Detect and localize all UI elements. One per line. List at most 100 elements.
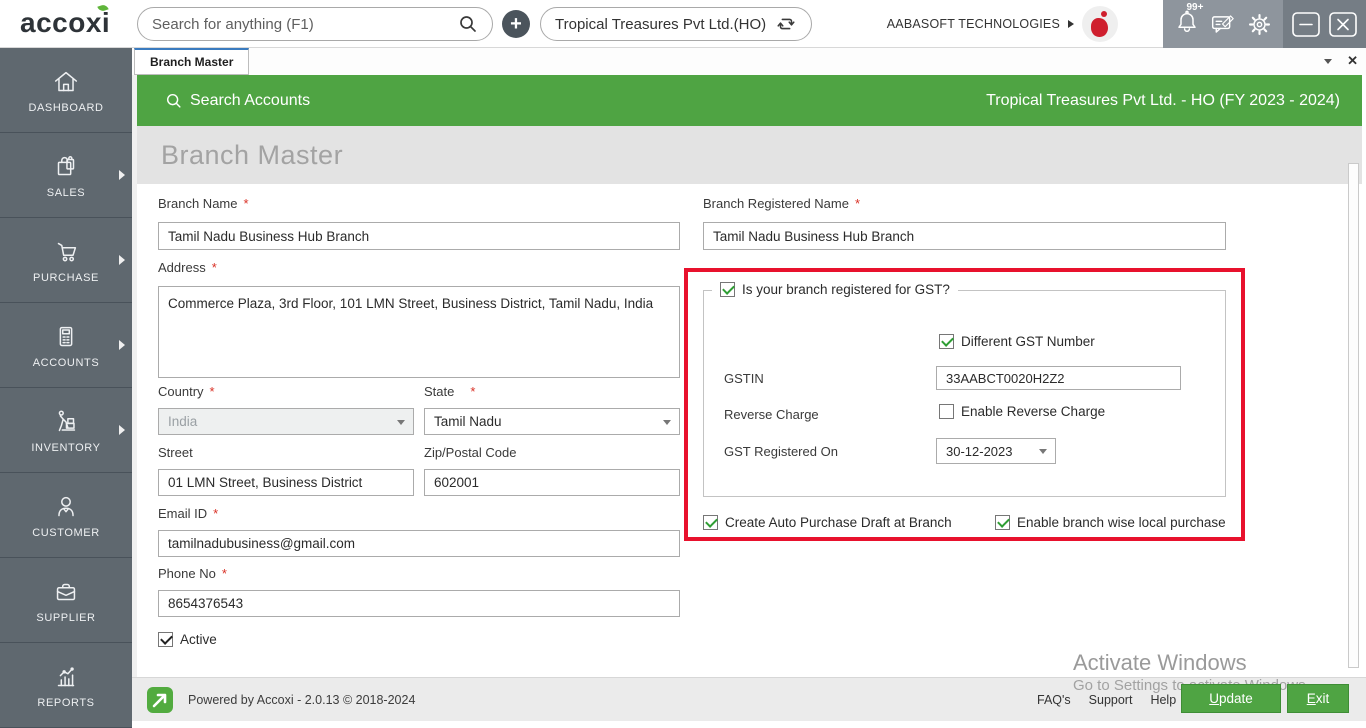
sidebar-item-label: DASHBOARD [28,102,103,114]
sidebar-item-purchase[interactable]: PURCHASE [0,218,132,303]
required-marker: * [213,506,218,521]
chevron-right-icon [119,425,125,435]
accoxi-logo: accoxi [20,7,110,39]
search-accounts-button[interactable]: Search Accounts [165,92,310,110]
tab-strip: Branch Master ✕ [132,48,1366,75]
minimize-button[interactable] [1291,11,1321,38]
auto-purchase-row: Create Auto Purchase Draft at Branch [703,515,952,530]
branch-form: Branch Name* Tamil Nadu Business Hub Bra… [137,184,1362,677]
module-header: Search Accounts Tropical Treasures Pvt L… [137,75,1362,126]
different-gst-checkbox[interactable] [939,334,954,349]
support-link[interactable]: Support [1089,693,1133,707]
gst-section: Is your branch registered for GST? Diffe… [703,290,1226,497]
branch-wise-purchase-row: Enable branch wise local purchase [995,515,1226,530]
sidebar-item-label: SALES [47,187,85,199]
settings-gear-icon[interactable] [1247,12,1272,37]
briefcase-icon [50,577,82,607]
sidebar-item-sales[interactable]: SALES [0,133,132,218]
notifications-button[interactable]: 99+ [1175,9,1199,40]
required-marker: * [212,260,217,275]
chart-icon [50,662,82,692]
sidebar-item-customer[interactable]: CUSTOMER [0,473,132,558]
logo-text: accoxi [20,7,110,38]
avatar[interactable] [1082,6,1118,42]
required-marker: * [222,566,227,581]
country-label: Country* [158,384,215,399]
vertical-scrollbar[interactable] [1348,163,1359,668]
branch-registered-name-input[interactable]: Tamil Nadu Business Hub Branch [703,222,1226,250]
enable-reverse-charge-row: Enable Reverse Charge [939,404,1105,419]
branch-wise-purchase-label: Enable branch wise local purchase [1017,515,1226,530]
faqs-link[interactable]: FAQ's [1037,693,1071,707]
street-input[interactable]: 01 LMN Street, Business District [158,469,414,496]
avatar-blob-icon [1091,18,1108,37]
window-controls [1283,0,1366,48]
address-input[interactable]: Commerce Plaza, 3rd Floor, 101 LMN Stree… [158,286,680,378]
auto-purchase-checkbox[interactable] [703,515,718,530]
required-marker: * [855,196,860,211]
activate-windows-watermark: Activate Windows [1073,650,1247,676]
required-marker: * [210,384,215,399]
app-window: accoxi Search for anything (F1) + Tropic… [0,0,1366,728]
zip-input[interactable]: 602001 [424,469,680,496]
switch-company-icon[interactable] [775,13,797,35]
phone-label: Phone No* [158,566,227,581]
email-input[interactable]: tamilnadubusiness@gmail.com [158,530,680,557]
email-label: Email ID* [158,506,218,521]
phone-input[interactable]: 8654376543 [158,590,680,617]
sidebar-item-supplier[interactable]: SUPPLIER [0,558,132,643]
sidebar-item-label: REPORTS [37,697,94,709]
close-button[interactable] [1328,11,1358,38]
update-underline: U [1209,691,1219,706]
exit-underline: E [1307,691,1316,706]
zip-label: Zip/Postal Code [424,445,517,460]
active-checkbox[interactable] [158,632,173,647]
sidebar-item-dashboard[interactable]: DASHBOARD [0,48,132,133]
gst-registered-label: Is your branch registered for GST? [742,282,950,297]
top-bar: accoxi Search for anything (F1) + Tropic… [0,0,1366,48]
cart-icon [50,237,82,267]
powered-by-label: Powered by Accoxi - 2.0.13 © 2018-2024 [188,693,415,707]
global-search-input[interactable]: Search for anything (F1) [137,7,493,41]
gstin-input[interactable]: 33AABCT0020H2Z2 [936,366,1181,390]
state-select[interactable]: Tamil Nadu [424,408,680,435]
tab-close-icon[interactable]: ✕ [1347,53,1358,69]
sidebar-item-accounts[interactable]: ACCOUNTS [0,303,132,388]
sidebar-item-label: CUSTOMER [32,527,100,539]
gst-registered-checkbox[interactable] [720,282,735,297]
shopping-bag-icon [50,152,82,182]
help-link[interactable]: Help [1150,693,1176,707]
tab-label: Branch Master [150,55,233,69]
tab-branch-master[interactable]: Branch Master [134,48,249,75]
person-icon [50,492,82,522]
gst-registered-on-select[interactable]: 30-12-2023 [936,438,1056,464]
add-button[interactable]: + [502,10,530,38]
different-gst-row: Different GST Number [939,334,1095,349]
branch-registered-name-label: Branch Registered Name* [703,196,860,211]
messages-button[interactable] [1210,12,1235,36]
search-icon[interactable] [458,14,478,34]
state-label: State* [424,384,475,399]
sidebar-item-reports[interactable]: REPORTS [0,643,132,728]
chevron-right-icon [119,255,125,265]
user-name: AABASOFT TECHNOLOGIES [887,17,1060,31]
gstin-label: GSTIN [724,371,764,386]
branch-name-input[interactable]: Tamil Nadu Business Hub Branch [158,222,680,250]
chevron-right-icon [119,170,125,180]
street-label: Street [158,445,193,460]
update-button[interactable]: Update [1181,684,1281,713]
footer-links: FAQ's Support Help [1037,693,1176,707]
gst-registered-row: Is your branch registered for GST? [712,282,958,297]
update-rest: pdate [1219,691,1253,706]
sidebar-item-inventory[interactable]: INVENTORY [0,388,132,473]
company-selector[interactable]: Tropical Treasures Pvt Ltd.(HO) [540,7,812,41]
country-select[interactable]: India [158,408,414,435]
branch-wise-purchase-checkbox[interactable] [995,515,1010,530]
exit-button[interactable]: Exit [1287,684,1349,713]
active-checkbox-row: Active [158,632,217,647]
tab-list-dropdown-icon[interactable] [1324,59,1332,64]
company-selector-label: Tropical Treasures Pvt Ltd.(HO) [555,16,766,33]
enable-reverse-charge-checkbox[interactable] [939,404,954,419]
user-menu[interactable]: AABASOFT TECHNOLOGIES [887,0,1118,48]
branch-name-label: Branch Name* [158,196,249,211]
